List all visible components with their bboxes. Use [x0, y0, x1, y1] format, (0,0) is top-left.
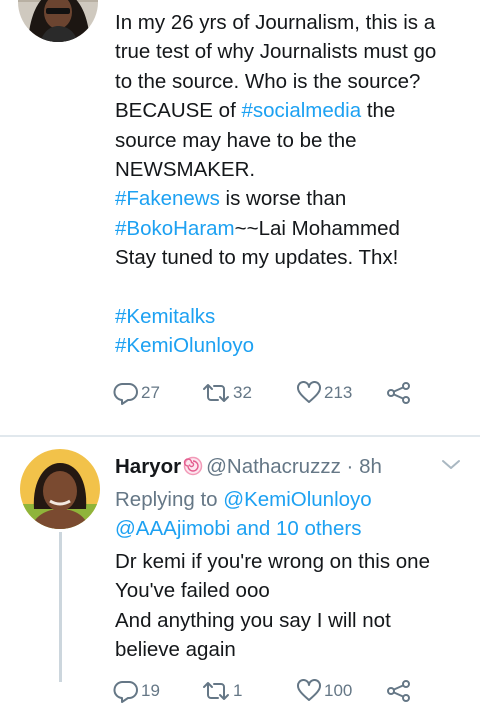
tweet-text-segment: is worse than — [219, 187, 347, 211]
retweet-count: 32 — [233, 383, 252, 402]
reply-button[interactable]: 27 — [113, 378, 160, 408]
tweet-2-actions: 19 1 100 — [113, 676, 433, 705]
avatar[interactable] — [20, 449, 100, 529]
tweet-text-segment: true test of why Journalists must go — [115, 40, 437, 64]
share-button[interactable] — [386, 378, 412, 408]
like-count: 100 — [324, 681, 353, 700]
heart-icon — [296, 381, 322, 405]
tweet-text-segment: Stay tuned to my updates. Thx! — [115, 246, 399, 270]
share-icon — [386, 679, 412, 703]
retweet-button[interactable]: 1 — [201, 676, 242, 705]
thread-line — [59, 532, 62, 682]
tweet-menu-button[interactable] — [440, 458, 462, 477]
retweet-button[interactable]: 32 — [201, 378, 252, 408]
hashtag-link[interactable]: #Kemitalks — [115, 305, 215, 328]
others-link[interactable]: @AAAjimobi and 10 others — [115, 517, 361, 540]
tweet-text-segment: And anything you say I will not — [115, 608, 391, 632]
tweet-2-header: Haryor @Nathacruzzz · 8h — [115, 455, 382, 482]
retweet-count: 1 — [233, 681, 243, 700]
tweet-text-segment: believe again — [115, 638, 236, 662]
retweet-icon — [201, 679, 231, 703]
lollipop-emoji-icon — [183, 456, 203, 482]
like-button[interactable]: 100 — [296, 676, 352, 705]
reply-button[interactable]: 19 — [113, 676, 160, 705]
share-icon — [386, 381, 412, 405]
reply-icon — [113, 381, 139, 405]
like-button[interactable]: 213 — [296, 378, 352, 408]
tweet-text-segment: BECAUSE of — [115, 99, 242, 123]
hashtag-link[interactable]: #socialmedia — [241, 99, 361, 122]
timestamp[interactable]: 8h — [359, 455, 382, 478]
hashtag-link[interactable]: #KemiOlunloyo — [115, 334, 254, 357]
mention-link[interactable]: @KemiOlunloyo — [223, 488, 371, 511]
tweet-text-segment: You've failed ooo — [115, 579, 270, 603]
reply-icon — [113, 679, 139, 703]
reply-count: 27 — [141, 383, 160, 402]
separator-dot: · — [340, 455, 360, 478]
tweet-text-segment: to the source. Who is the source? — [115, 69, 421, 93]
tweet-text-segment: Dr kemi if you're wrong on this one — [115, 550, 430, 573]
retweet-icon — [201, 381, 231, 405]
hashtag-link[interactable]: #BokoHaram — [115, 217, 235, 240]
tweet-1-actions: 27 32 213 — [113, 378, 433, 408]
reply-count: 19 — [141, 681, 160, 700]
tweet-2-text: Dr kemi if you're wrong on this one You'… — [115, 547, 475, 665]
hashtag-link[interactable]: #Fakenews — [115, 187, 220, 210]
chevron-down-icon — [440, 459, 462, 476]
tweet-text-segment: NEWSMAKER. — [115, 158, 256, 182]
tweet-1[interactable]: In my 26 yrs of Journalism, this is a tr… — [0, 0, 480, 420]
display-name[interactable]: Haryor — [115, 455, 181, 478]
like-count: 213 — [324, 383, 353, 402]
share-button[interactable] — [386, 676, 412, 705]
avatar[interactable] — [18, 0, 98, 42]
tweet-text-segment: In my 26 yrs of Journalism, this is a — [115, 11, 436, 34]
user-handle[interactable]: @Nathacruzzz — [206, 455, 341, 478]
tweet-text-segment: the — [361, 99, 396, 123]
heart-icon — [296, 679, 322, 703]
tweet-text-segment: ~~Lai Mohammed — [234, 216, 400, 240]
replying-prefix: Replying to — [115, 488, 224, 511]
tweet-1-text: In my 26 yrs of Journalism, this is a tr… — [115, 8, 475, 361]
tweet-text-segment: source may have to be the — [115, 128, 357, 152]
replying-to: Replying to @KemiOlunloyo @AAAjimobi and… — [115, 485, 372, 543]
